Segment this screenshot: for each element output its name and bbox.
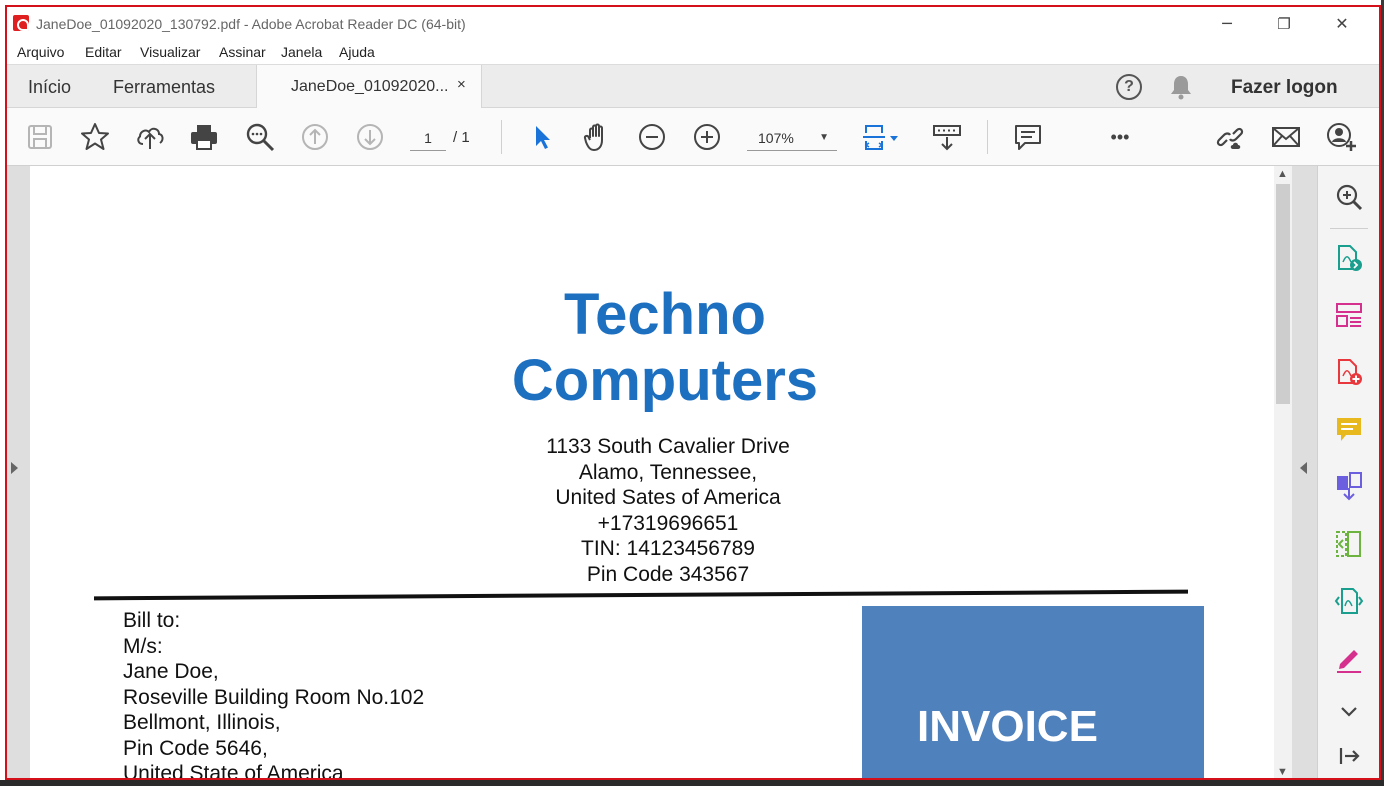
menu-arquivo[interactable]: Arquivo: [17, 44, 64, 60]
invoice-title: INVOICE: [917, 702, 1098, 751]
company-name-line1: Techno: [564, 282, 766, 347]
export-pdf-icon[interactable]: [1334, 243, 1364, 273]
search-zoom-icon[interactable]: [244, 121, 276, 153]
acrobat-window: JaneDoe_01092020_130792.pdf - Adobe Acro…: [5, 5, 1381, 780]
email-envelope-icon[interactable]: [1270, 121, 1302, 153]
bill-to-line: Bill to:: [123, 609, 181, 632]
address-line: +17319696651: [597, 511, 739, 535]
address-line: Pin Code 343567: [586, 562, 750, 586]
acrobat-app-icon: [13, 15, 29, 31]
organize-pages-icon[interactable]: [1334, 300, 1364, 330]
more-tools-icon[interactable]: •••: [1104, 121, 1136, 153]
address-line: Alamo, Tennessee,: [578, 460, 758, 484]
tab-tools[interactable]: Ferramentas: [113, 77, 215, 98]
tab-close-icon[interactable]: ×: [457, 76, 466, 93]
zoom-level-select[interactable]: 107% ▼: [747, 125, 837, 151]
menu-janela[interactable]: Janela: [281, 44, 322, 60]
zoom-level-value: 107%: [758, 130, 794, 146]
restore-button[interactable]: ❐: [1261, 11, 1307, 37]
comment-icon[interactable]: [1012, 121, 1044, 153]
invoice-banner: INVOICE: [862, 606, 1204, 778]
page-number-input[interactable]: 1: [410, 125, 446, 151]
toolbar-separator: [501, 120, 502, 154]
hand-tool-icon[interactable]: [581, 121, 613, 153]
right-panel-collapse-icon[interactable]: [1300, 462, 1307, 474]
minimize-button[interactable]: ─: [1204, 11, 1250, 37]
bill-to-line: M/s:: [123, 634, 163, 658]
fill-sign-icon[interactable]: [1334, 644, 1364, 674]
scroll-mode-icon[interactable]: [931, 121, 963, 153]
print-icon[interactable]: [188, 121, 220, 153]
address-line: 1133 South Cavalier Drive: [546, 435, 790, 458]
save-icon[interactable]: [24, 121, 56, 153]
scroll-up-icon[interactable]: ▲: [1277, 168, 1288, 180]
select-cursor-icon[interactable]: [526, 121, 558, 153]
tab-document-label: JaneDoe_01092020...: [291, 78, 449, 95]
help-icon[interactable]: ?: [1116, 74, 1142, 100]
add-user-icon[interactable]: [1325, 121, 1357, 153]
login-button[interactable]: Fazer logon: [1231, 77, 1338, 99]
close-window-button[interactable]: ✕: [1319, 11, 1365, 37]
comment-tool-icon[interactable]: [1334, 415, 1364, 445]
title-bar: JaneDoe_01092020_130792.pdf - Adobe Acro…: [7, 7, 1379, 41]
share-link-icon[interactable]: [1214, 121, 1246, 153]
menu-editar[interactable]: Editar: [85, 44, 122, 60]
chevron-down-icon: ▼: [819, 132, 829, 143]
convert-pdf-icon[interactable]: [1334, 586, 1364, 616]
scrollbar-thumb[interactable]: [1276, 184, 1290, 404]
next-page-icon[interactable]: [354, 121, 386, 153]
combine-files-icon[interactable]: [1334, 471, 1364, 501]
search-tools-icon[interactable]: [1334, 182, 1364, 212]
scroll-down-icon[interactable]: ▼: [1277, 766, 1288, 778]
notification-bell-icon[interactable]: [1169, 74, 1193, 100]
zoom-in-icon[interactable]: [691, 121, 723, 153]
menu-bar: Arquivo Editar Visualizar Assinar Janela…: [7, 41, 1379, 65]
page-fit-icon[interactable]: [862, 121, 904, 153]
company-name-line2: Computers: [511, 348, 819, 413]
address-line: United Sates of America: [555, 486, 781, 509]
tools-pane: [1317, 166, 1379, 778]
header-divider: [94, 589, 1188, 601]
page-total: / 1: [453, 129, 470, 146]
tab-home[interactable]: Início: [28, 77, 71, 98]
bookmark-star-icon[interactable]: [79, 121, 111, 153]
expand-tools-chevron-down-icon[interactable]: [1334, 696, 1364, 726]
menu-visualizar[interactable]: Visualizar: [140, 44, 200, 60]
compress-pdf-icon[interactable]: [1334, 529, 1364, 559]
pane-separator: [1330, 228, 1368, 229]
bill-to-line: Pin Code 5646,: [123, 736, 268, 760]
bill-to-line: Roseville Building Room No.102: [123, 685, 425, 709]
toolbar-separator: [987, 120, 988, 154]
bill-to-line: Bellmont, Illinois,: [123, 711, 281, 734]
bill-to-line: Jane Doe,: [123, 660, 219, 683]
menu-assinar[interactable]: Assinar: [219, 44, 266, 60]
left-panel-toggle-icon[interactable]: [11, 462, 18, 474]
collapse-pane-icon[interactable]: [1334, 741, 1364, 771]
document-viewport[interactable]: Techno Computers 1133 South Cavalier Dri…: [7, 166, 1317, 780]
zoom-out-icon[interactable]: [636, 121, 668, 153]
window-title: JaneDoe_01092020_130792.pdf - Adobe Acro…: [36, 16, 466, 32]
bill-to-line: United State of America: [123, 762, 344, 780]
vertical-scrollbar[interactable]: ▲ ▼: [1274, 166, 1292, 778]
tab-document[interactable]: JaneDoe_01092020... ×: [256, 65, 482, 109]
cloud-upload-icon[interactable]: [134, 121, 166, 153]
window-shadow: [0, 780, 1384, 786]
menu-ajuda[interactable]: Ajuda: [339, 44, 375, 60]
create-pdf-icon[interactable]: [1334, 357, 1364, 387]
pdf-page: Techno Computers 1133 South Cavalier Dri…: [30, 166, 1274, 780]
tab-bar: Início Ferramentas JaneDoe_01092020... ×…: [7, 64, 1379, 109]
previous-page-icon[interactable]: [299, 121, 331, 153]
toolbar: 1 / 1 107% ▼ •••: [7, 108, 1379, 166]
address-line: TIN: 14123456789: [581, 537, 755, 560]
